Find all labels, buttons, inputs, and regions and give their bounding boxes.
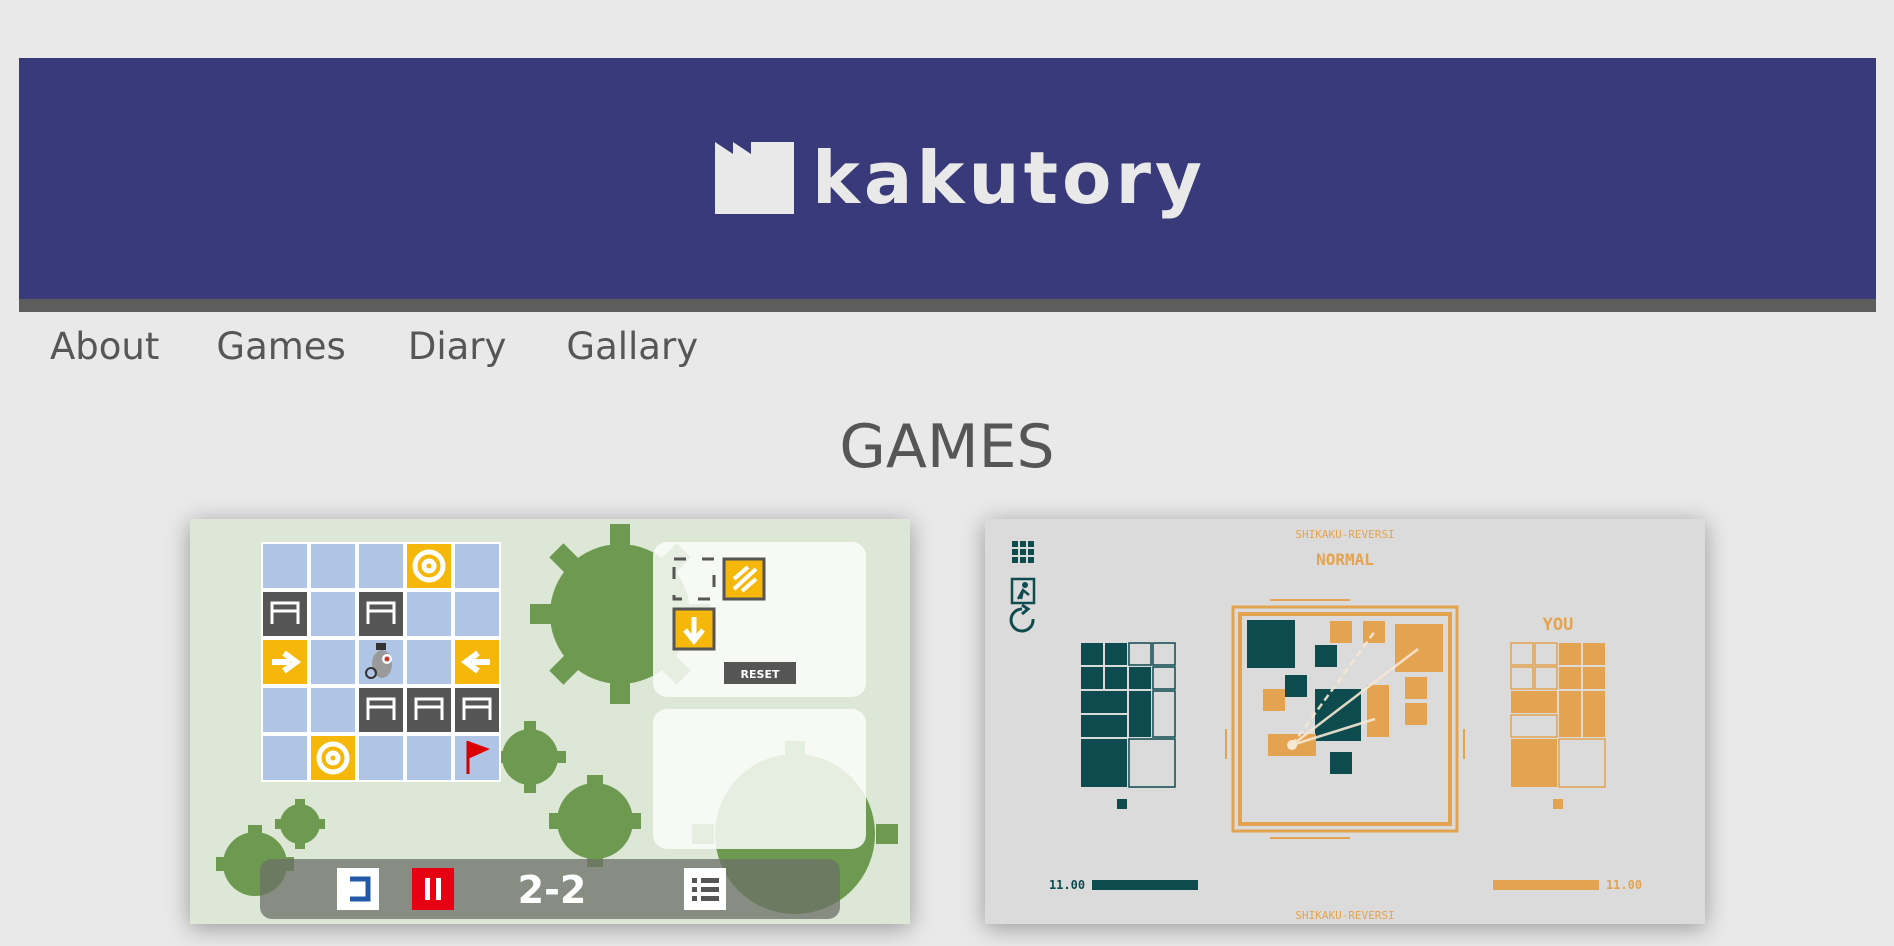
game-title-bottom: SHIKAKU-REVERSI [1295,909,1394,922]
site-name: kakutory [812,135,1206,221]
difficulty-label: NORMAL [1316,550,1374,569]
game-title-top: SHIKAKU-REVERSI [1295,528,1394,541]
nav-gallary[interactable]: Gallary [566,325,698,368]
gear-icon [494,721,566,793]
gear-icon [549,775,641,867]
site-logo[interactable]: kakutory [715,135,1206,221]
site-name-text: kakutory [812,136,1206,220]
cpu-pieces [1081,642,1176,809]
nav-games[interactable]: Games [216,325,345,368]
reset-label: RESET [741,668,780,681]
cpu-score-bar [1092,880,1198,890]
game-board[interactable] [1225,599,1465,839]
player-score: 11.00 [1606,878,1642,892]
player-pieces [1510,642,1606,809]
nav-diary[interactable]: Diary [408,325,507,368]
exit-icon[interactable] [1010,577,1036,605]
gear-icon [275,799,325,849]
restart-icon[interactable] [1009,603,1035,633]
undo-button[interactable] [337,868,379,910]
game1-screenshot: RESET 2-2 [216,524,898,919]
factory-icon [715,142,794,214]
player-label: YOU [1543,615,1574,635]
game-card-shikaku-reversi[interactable]: SHIKAKU-REVERSI NORMAL YOU 11.00 11.00 S… [985,519,1705,924]
cpu-score: 11.00 [1049,878,1085,892]
main-nav: About Games Diary Gallary [50,318,755,374]
header-divider [19,299,1876,312]
nav-about[interactable]: About [50,325,159,368]
pause-button[interactable] [412,868,454,910]
level-indicator: 2-2 [518,868,587,912]
puzzle-grid[interactable] [261,542,501,782]
game2-screenshot: SHIKAKU-REVERSI NORMAL YOU 11.00 11.00 S… [1009,528,1642,922]
list-icon [692,878,719,901]
empty-panel [653,709,866,849]
grid-menu-icon[interactable] [1012,541,1034,563]
game-card-puzzle[interactable]: RESET 2-2 [190,519,910,924]
player-score-bar [1493,880,1599,890]
page-title: GAMES [839,412,1055,482]
